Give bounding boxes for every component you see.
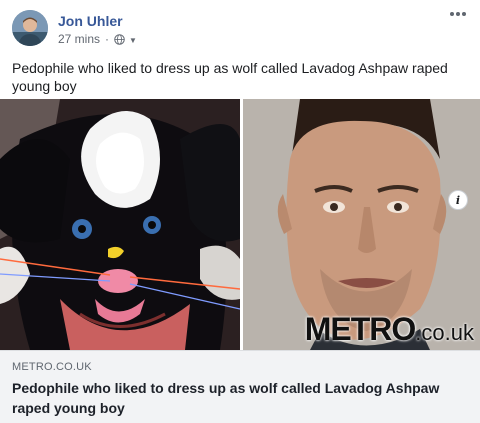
source-watermark: METRO .co.uk xyxy=(305,311,474,348)
link-preview-card[interactable]: METRO .co.uk METRO.CO.UK Pedophile who l… xyxy=(0,99,480,423)
link-preview-image[interactable]: METRO .co.uk xyxy=(0,99,480,350)
more-options-button[interactable] xyxy=(446,6,470,22)
post-caption: Pedophile who liked to dress up as wolf … xyxy=(12,60,448,94)
author-name[interactable]: Jon Uhler xyxy=(58,13,123,29)
more-dot-icon xyxy=(456,12,460,16)
author-avatar[interactable] xyxy=(12,10,48,46)
link-info-bar[interactable]: METRO.CO.UK Pedophile who liked to dress… xyxy=(0,350,480,423)
globe-icon[interactable] xyxy=(114,33,125,45)
facebook-post: Jon Uhler 27 mins · ▼ Pedophile who like… xyxy=(0,0,480,423)
post-meta: 27 mins · ▼ xyxy=(58,32,137,46)
watermark-sub: .co.uk xyxy=(415,320,474,345)
info-button[interactable]: i xyxy=(448,190,468,210)
more-dot-icon xyxy=(450,12,454,16)
post-timestamp[interactable]: 27 mins xyxy=(58,32,100,46)
watermark-main: METRO xyxy=(304,311,417,347)
link-domain: METRO.CO.UK xyxy=(12,361,92,373)
more-dot-icon xyxy=(462,12,466,16)
post-header: Jon Uhler 27 mins · ▼ xyxy=(0,0,480,54)
audience-caret-icon[interactable]: ▼ xyxy=(129,36,137,45)
link-title[interactable]: Pedophile who liked to dress up as wolf … xyxy=(12,378,452,418)
meta-separator: · xyxy=(105,32,110,46)
